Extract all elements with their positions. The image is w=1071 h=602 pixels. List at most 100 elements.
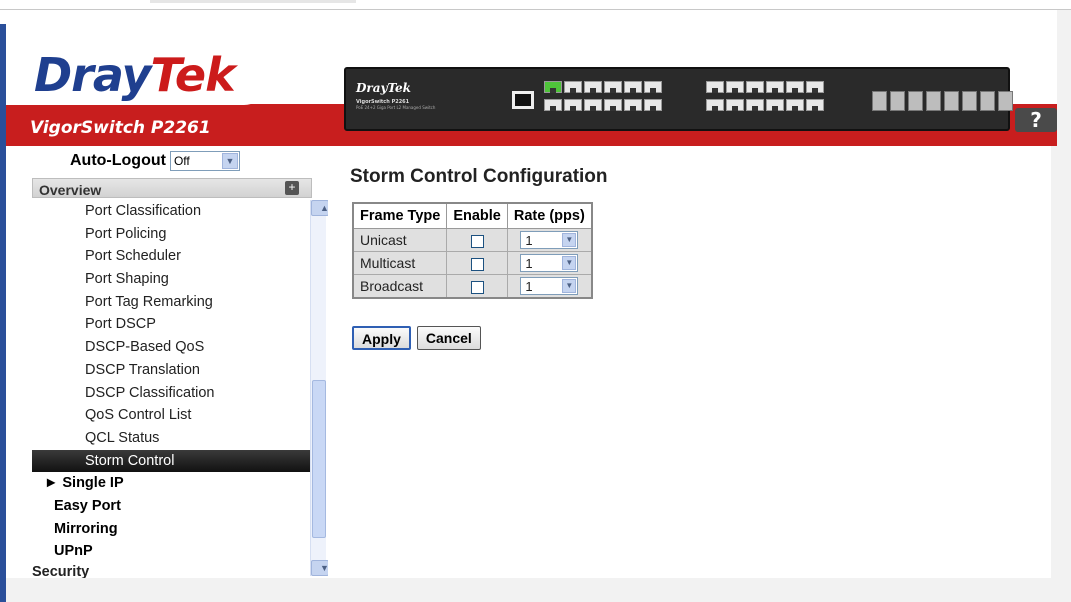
table-row: Multicast 1 ▼ — [352, 251, 593, 275]
auto-logout: Auto-Logout Off ▼ — [70, 151, 240, 171]
sfp-port[interactable] — [890, 91, 905, 111]
port-15[interactable] — [726, 81, 744, 93]
nav-item-port-tag-remarking[interactable]: Port Tag Remarking — [32, 291, 312, 314]
nav-item-single-ip[interactable]: ► Single IP — [32, 472, 312, 495]
enable-checkbox-unicast[interactable] — [470, 234, 484, 248]
sidebar-scrollbar[interactable]: ▲ ▼ — [310, 200, 329, 576]
plus-icon[interactable]: + — [285, 181, 299, 195]
device-subtitle: PoE 24+2 Giga Port L2 Managed Switch — [356, 105, 436, 110]
nav-item-dscp-based-qos[interactable]: DSCP-Based QoS — [32, 336, 312, 359]
nav-item-port-dscp[interactable]: Port DSCP — [32, 313, 312, 336]
cancel-button[interactable]: Cancel — [416, 326, 481, 350]
column-header-rate: Rate (pps) — [506, 202, 593, 229]
nav-item-upnp[interactable]: UPnP — [32, 540, 312, 563]
chevron-down-icon: ▼ — [562, 278, 577, 293]
nav-item-dscp-translation[interactable]: DSCP Translation — [32, 359, 312, 382]
port-7[interactable] — [604, 81, 622, 93]
port-2[interactable] — [544, 99, 562, 111]
frame-type-cell: Broadcast — [352, 274, 448, 298]
column-header-enable: Enable — [446, 202, 508, 229]
sfp-port[interactable] — [908, 91, 923, 111]
table-row: Unicast 1 ▼ — [352, 228, 593, 252]
console-port — [512, 91, 534, 109]
chevron-down-icon: ▼ — [562, 256, 577, 271]
rate-select-broadcast[interactable]: 1 ▼ — [520, 276, 579, 295]
port-12[interactable] — [644, 99, 662, 111]
frame-type-cell: Unicast — [352, 228, 448, 252]
overview-section-header[interactable]: Overview + — [32, 178, 312, 198]
nav-item-port-policing[interactable]: Port Policing — [32, 223, 312, 246]
nav-item-qos-control-list[interactable]: QoS Control List — [32, 404, 312, 427]
nav-item-mirroring[interactable]: Mirroring — [32, 518, 312, 541]
port-23[interactable] — [806, 81, 824, 93]
sfp-port[interactable] — [962, 91, 977, 111]
sfp-bank — [872, 91, 1013, 111]
enable-cell — [446, 251, 508, 275]
port-3[interactable] — [564, 81, 582, 93]
chevron-down-icon: ▼ — [221, 153, 238, 169]
port-20[interactable] — [766, 99, 784, 111]
nav-item-security[interactable]: Security — [32, 563, 312, 578]
rate-cell: 1 ▼ — [506, 274, 593, 298]
model-name: VigorSwitch P2261 — [30, 118, 211, 138]
port-8[interactable] — [604, 99, 622, 111]
sfp-port[interactable] — [944, 91, 959, 111]
nav-item-qcl-status[interactable]: QCL Status — [32, 427, 312, 450]
port-18[interactable] — [746, 99, 764, 111]
port-17[interactable] — [746, 81, 764, 93]
port-5[interactable] — [584, 81, 602, 93]
main-content: Storm Control Configuration Frame Type E… — [328, 146, 1051, 578]
tab-indicator — [150, 0, 356, 3]
device-brand: DrayTek — [356, 81, 411, 95]
draytek-logo: DrayTek — [34, 48, 236, 102]
nav-item-port-scheduler[interactable]: Port Scheduler — [32, 245, 312, 268]
nav-list: Port Classification Port Policing Port S… — [32, 200, 312, 578]
sfp-port[interactable] — [926, 91, 941, 111]
nav-item-storm-control[interactable]: Storm Control — [32, 449, 312, 473]
help-button[interactable]: ? — [1015, 108, 1057, 132]
port-24[interactable] — [806, 99, 824, 111]
table-row: Broadcast 1 ▼ — [352, 274, 593, 298]
enable-checkbox-broadcast[interactable] — [470, 280, 484, 294]
chevron-down-icon: ▼ — [562, 233, 577, 248]
nav-item-easy-port[interactable]: Easy Port — [32, 495, 312, 518]
port-21[interactable] — [786, 81, 804, 93]
enable-cell — [446, 228, 508, 252]
sfp-port[interactable] — [872, 91, 887, 111]
auto-logout-select[interactable]: Off ▼ — [169, 151, 240, 171]
footer-area — [6, 578, 1057, 602]
apply-button[interactable]: Apply — [352, 326, 411, 350]
port-10[interactable] — [624, 99, 642, 111]
nav-item-dscp-classification[interactable]: DSCP Classification — [32, 382, 312, 405]
sfp-port[interactable] — [998, 91, 1013, 111]
port-16[interactable] — [726, 99, 744, 111]
rate-cell: 1 ▼ — [506, 228, 593, 252]
auto-logout-value: Off — [173, 154, 190, 168]
port-14[interactable] — [706, 99, 724, 111]
nav-item-port-classification[interactable]: Port Classification — [32, 200, 312, 223]
rate-cell: 1 ▼ — [506, 251, 593, 275]
port-1[interactable] — [544, 81, 562, 93]
port-19[interactable] — [766, 81, 784, 93]
rate-select-multicast[interactable]: 1 ▼ — [520, 254, 579, 273]
port-11[interactable] — [644, 81, 662, 93]
section-title: Overview — [39, 182, 102, 198]
port-9[interactable] — [624, 81, 642, 93]
port-22[interactable] — [786, 99, 804, 111]
enable-cell — [446, 274, 508, 298]
column-header-frame-type: Frame Type — [352, 202, 448, 229]
scroll-up-icon[interactable]: ▲ — [311, 200, 329, 216]
rate-select-unicast[interactable]: 1 ▼ — [520, 231, 579, 250]
switch-front-panel: DrayTek VigorSwitch P2261 PoE 24+2 Giga … — [344, 67, 1013, 131]
port-6[interactable] — [584, 99, 602, 111]
scroll-down-icon[interactable]: ▼ — [311, 560, 329, 576]
enable-checkbox-multicast[interactable] — [470, 257, 484, 271]
page-title: Storm Control Configuration — [350, 166, 608, 187]
frame-type-cell: Multicast — [352, 251, 448, 275]
auto-logout-label: Auto-Logout — [70, 152, 166, 169]
scrollbar-thumb[interactable] — [312, 380, 326, 538]
nav-item-port-shaping[interactable]: Port Shaping — [32, 268, 312, 291]
port-13[interactable] — [706, 81, 724, 93]
port-4[interactable] — [564, 99, 582, 111]
sfp-port[interactable] — [980, 91, 995, 111]
